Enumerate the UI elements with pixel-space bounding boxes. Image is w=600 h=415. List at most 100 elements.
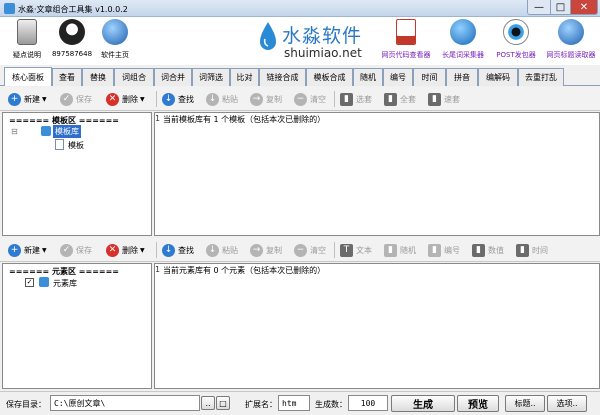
- tab-compare[interactable]: 比对: [230, 68, 259, 86]
- tab-view[interactable]: 查看: [52, 68, 82, 86]
- insert-number-button[interactable]: ▮ 编号: [428, 242, 460, 258]
- toolbar-divider: [156, 91, 157, 107]
- save-element-button[interactable]: ✓ 保存: [60, 242, 92, 258]
- retrieve-set-button[interactable]: ▮ 速套: [428, 91, 460, 107]
- random-label: 随机: [400, 245, 416, 255]
- all-icon: ▮: [384, 92, 397, 106]
- globe-icon: [558, 19, 584, 45]
- copy-button[interactable]: → 复制: [250, 242, 282, 258]
- close-button[interactable]: ✕: [570, 0, 598, 15]
- element-toolbar: + 新建 ▼ ✓ 保存 ✕ 删除 ▼ ↓ 查找 ↓ 粘贴 → 复制 − 清空 T 文本 ▮ 随机 ▮ 编…: [0, 238, 600, 262]
- logo-text: 水淼软件: [282, 25, 363, 47]
- find-button[interactable]: ↓ 查找: [162, 242, 194, 258]
- html-file-icon: [396, 19, 416, 45]
- tab-link-compose[interactable]: 链接合成: [259, 68, 306, 86]
- template-toolbar: + 新建 ▼ ✓ 保存 ✕ 删除 ▼ ↓ 查找 ↓ 粘贴 → 复制 − 清空 ▮ 选套 ▮ 全套 ▮ 速…: [0, 87, 600, 111]
- tab-dedupe-shuffle[interactable]: 去重打乱: [518, 68, 564, 86]
- title-reader-label: 网页标题读取器: [546, 51, 596, 59]
- post-sender-link[interactable]: POST发包器: [488, 19, 544, 60]
- template-library-node[interactable]: 模板库: [53, 125, 81, 138]
- open-folder-button[interactable]: □: [216, 396, 230, 410]
- arrow-down-icon: ↓: [162, 243, 175, 257]
- line-number: 1: [155, 265, 161, 274]
- new-template-button[interactable]: + 新建 ▼: [8, 91, 47, 107]
- delete-x-icon: ✕: [106, 92, 119, 106]
- clear-button[interactable]: − 清空: [294, 242, 326, 258]
- count-input[interactable]: 100: [348, 395, 388, 411]
- delete-template-button[interactable]: ✕ 删除 ▼: [106, 91, 145, 107]
- value-icon: ▮: [472, 243, 485, 257]
- tab-numbering[interactable]: 编号: [383, 68, 413, 86]
- element-tree[interactable]: ====== 元素区 ====== ✓ 元素库: [2, 263, 152, 389]
- element-content-text: 当前元素库有 0 个元素（包括本次已删除的）: [163, 266, 326, 275]
- element-content-editor[interactable]: 1 当前元素库有 0 个元素（包括本次已删除的）: [154, 263, 600, 389]
- element-library-checkbox[interactable]: ✓: [25, 278, 34, 287]
- select-icon: ▮: [340, 92, 353, 106]
- tab-word-merge[interactable]: 词合并: [154, 68, 192, 86]
- tab-time[interactable]: 时间: [413, 68, 446, 86]
- copy-button[interactable]: → 复制: [250, 91, 282, 107]
- keyword-collector-link[interactable]: 长尾词采集器: [433, 19, 493, 60]
- new-label: 新建: [24, 245, 40, 255]
- select-set-button[interactable]: ▮ 选套: [340, 91, 372, 107]
- clear-button[interactable]: − 清空: [294, 91, 326, 107]
- save-template-button[interactable]: ✓ 保存: [60, 91, 92, 107]
- tab-word-filter[interactable]: 词筛选: [192, 68, 230, 86]
- insert-random-button[interactable]: ▮ 随机: [384, 242, 416, 258]
- html-viewer-link[interactable]: 网页代码查看器: [376, 19, 436, 60]
- arrow-right-icon: →: [250, 243, 263, 257]
- new-element-button[interactable]: + 新建 ▼: [8, 242, 47, 258]
- bottom-bar: 保存目录： C:\原创文章\ .. □ 扩展名： htm 生成数： 100 生成…: [0, 391, 600, 415]
- minus-icon: −: [294, 92, 307, 106]
- save-label: 保存: [76, 245, 92, 255]
- number-icon: ▮: [428, 243, 441, 257]
- preview-button[interactable]: 预览: [457, 395, 499, 412]
- toolbar-divider: [334, 91, 335, 107]
- find-button[interactable]: ↓ 查找: [162, 91, 194, 107]
- tab-random[interactable]: 随机: [353, 68, 383, 86]
- template-content-editor[interactable]: 1 当前模板库有 1 个模板（包括本次已删除的）: [154, 112, 600, 236]
- insert-time-button[interactable]: ▮ 时间: [516, 242, 548, 258]
- text-icon: T: [340, 243, 353, 257]
- tab-core-panel[interactable]: 核心面板: [4, 67, 52, 86]
- minimize-button[interactable]: —: [527, 0, 551, 15]
- tab-replace[interactable]: 替换: [82, 68, 114, 86]
- generate-button[interactable]: 生成: [391, 395, 455, 412]
- arrow-down-icon: ↓: [162, 92, 175, 106]
- save-dir-input[interactable]: C:\原创文章\: [50, 395, 200, 411]
- element-library-node[interactable]: 元素库: [53, 278, 77, 289]
- delete-element-button[interactable]: ✕ 删除 ▼: [106, 242, 145, 258]
- logo-domain: shuimiao.net: [284, 46, 362, 60]
- insert-text-button[interactable]: T 文本: [340, 242, 372, 258]
- water-drop-logo-icon: [260, 22, 276, 50]
- paste-button[interactable]: ↓ 粘贴: [206, 242, 238, 258]
- template-node[interactable]: 模板: [68, 140, 84, 151]
- tab-bar: 核心面板 查看 替换 词组合 词合并 词筛选 比对 链接合成 模板合成 随机 编…: [0, 66, 600, 86]
- tab-template-compose[interactable]: 模板合成: [306, 68, 353, 86]
- count-label: 生成数：: [315, 400, 347, 409]
- post-sender-label: POST发包器: [496, 51, 536, 59]
- tab-word-combine[interactable]: 词组合: [114, 68, 154, 86]
- tab-pinyin[interactable]: 拼音: [446, 68, 478, 86]
- paste-button[interactable]: ↓ 粘贴: [206, 91, 238, 107]
- template-tree[interactable]: ====== 模板区 ====== ⊟ 模板库 模板: [2, 112, 152, 236]
- maximize-button[interactable]: □: [550, 0, 571, 15]
- line-number: 1: [155, 114, 161, 123]
- homepage-link[interactable]: 软件主页: [88, 19, 142, 60]
- insert-value-button[interactable]: ▮ 数值: [472, 242, 504, 258]
- collapse-toggle[interactable]: ⊟: [11, 127, 18, 136]
- new-label: 新建: [24, 94, 40, 104]
- all-set-label: 全套: [400, 94, 416, 104]
- all-set-button[interactable]: ▮ 全套: [384, 91, 416, 107]
- element-area-header: ====== 元素区 ======: [9, 267, 120, 276]
- tab-encode-decode[interactable]: 编解码: [478, 68, 518, 86]
- browse-button[interactable]: ..: [201, 396, 215, 410]
- options-button[interactable]: 选项..: [547, 395, 587, 412]
- copy-label: 复制: [266, 94, 282, 104]
- text-label: 文本: [356, 245, 372, 255]
- title-reader-link[interactable]: 网页标题读取器: [541, 19, 600, 60]
- file-icon: [55, 139, 64, 150]
- title-button[interactable]: 标题..: [505, 395, 545, 412]
- extension-input[interactable]: htm: [278, 395, 310, 411]
- number-label: 编号: [444, 245, 460, 255]
